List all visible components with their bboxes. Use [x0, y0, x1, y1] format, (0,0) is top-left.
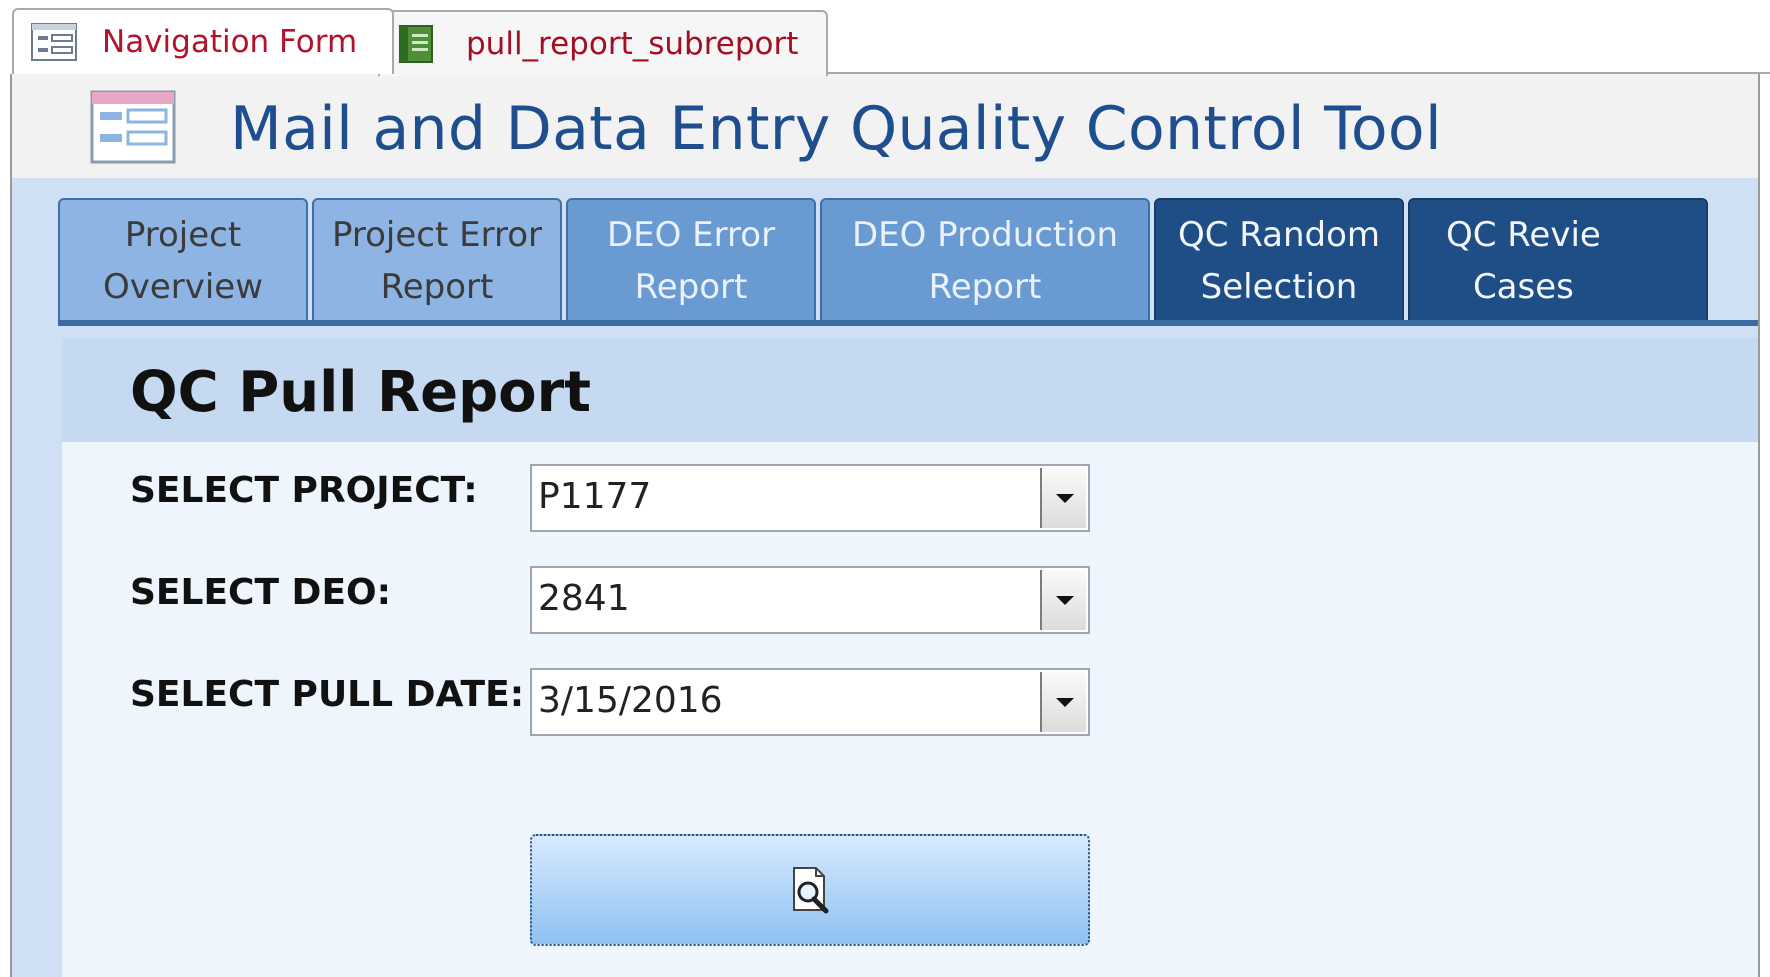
form-icon — [30, 22, 78, 70]
nav-tab-qc-review-cases[interactable]: QC Revie Cases — [1408, 198, 1708, 324]
nav-tab-label: QC Revie Cases — [1446, 215, 1601, 307]
tab-pull-report-subreport[interactable]: pull_report_subreport — [378, 10, 828, 76]
tab-label: Navigation Form — [102, 24, 358, 60]
nav-tab-label: DEO Production Report — [851, 215, 1119, 307]
select-deo-combobox[interactable]: 2841 — [530, 566, 1090, 634]
select-deo-label: SELECT DEO: — [130, 572, 392, 613]
select-pull-date-label: SELECT PULL DATE: — [130, 674, 525, 715]
select-project-value: P1177 — [538, 476, 652, 517]
nav-tab-qc-random-selection[interactable]: QC Random Selection — [1154, 198, 1404, 324]
form-border — [1758, 74, 1760, 977]
select-pull-date-combobox[interactable]: 3/15/2016 — [530, 668, 1090, 736]
nav-tab-project-overview[interactable]: Project Overview — [58, 198, 308, 324]
nav-tab-deo-error-report[interactable]: DEO Error Report — [566, 198, 816, 324]
report-icon — [396, 24, 436, 72]
select-pull-date-value: 3/15/2016 — [538, 680, 723, 721]
access-window: Navigation Form pull_report_subreport Ma… — [0, 0, 1770, 977]
nav-tab-deo-production-report[interactable]: DEO Production Report — [820, 198, 1150, 324]
nav-tab-label: Project Overview — [102, 215, 264, 307]
report-header: QC Pull Report — [62, 338, 1758, 442]
document-tab-strip: Navigation Form pull_report_subreport — [0, 0, 1770, 76]
select-deo-value: 2841 — [538, 578, 630, 619]
subform-content: QC Pull Report SELECT PROJECT: P1177 SEL… — [62, 338, 1758, 977]
chevron-down-icon[interactable] — [1040, 468, 1086, 528]
nav-bar-underline — [58, 320, 1758, 326]
form-icon — [88, 88, 180, 170]
chevron-down-icon[interactable] — [1040, 570, 1086, 630]
nav-tab-label: Project Error Report — [331, 215, 542, 307]
chevron-down-icon[interactable] — [1040, 672, 1086, 732]
print-preview-icon — [790, 866, 834, 918]
report-title: QC Pull Report — [130, 360, 592, 425]
nav-tab-project-error-report[interactable]: Project Error Report — [312, 198, 562, 324]
select-project-combobox[interactable]: P1177 — [530, 464, 1090, 532]
print-preview-button[interactable] — [530, 834, 1090, 946]
tab-navigation-form[interactable]: Navigation Form — [12, 8, 394, 74]
navigation-bar: Project Overview Project Error Report DE… — [58, 198, 1758, 324]
form-header: Mail and Data Entry Quality Control Tool — [12, 74, 1758, 178]
nav-tab-label: DEO Error Report — [606, 215, 776, 307]
select-project-label: SELECT PROJECT: — [130, 470, 478, 511]
app-title: Mail and Data Entry Quality Control Tool — [230, 94, 1442, 164]
nav-tab-label: QC Random Selection — [1177, 215, 1381, 307]
form-body: Project Overview Project Error Report DE… — [12, 178, 1758, 977]
tab-label: pull_report_subreport — [466, 26, 799, 62]
